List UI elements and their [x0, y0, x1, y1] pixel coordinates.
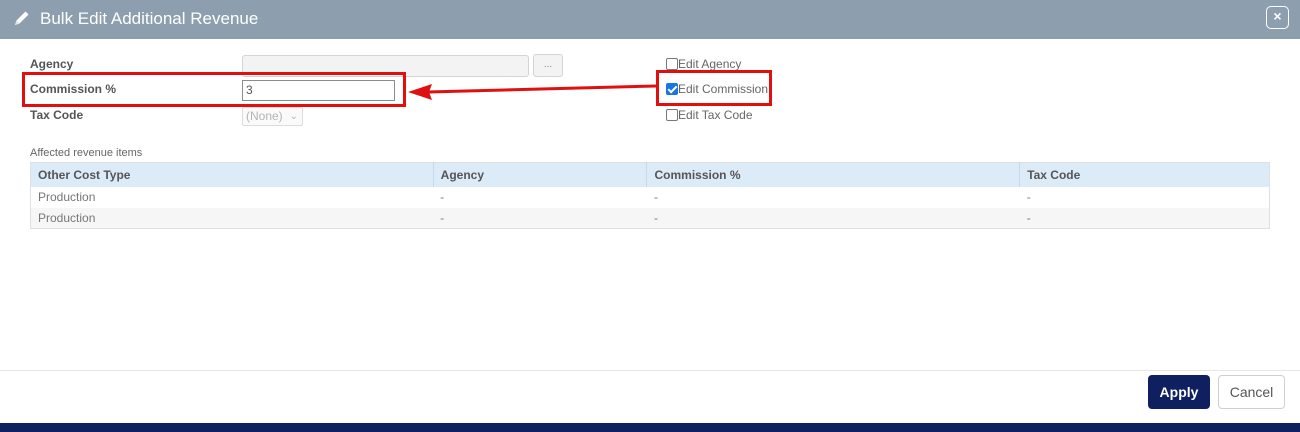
- footer-divider: [0, 370, 1300, 371]
- table-header-row: Other Cost Type Agency Commission % Tax …: [30, 162, 1270, 187]
- table-row[interactable]: Production - - -: [30, 207, 1270, 229]
- cell-commission: -: [653, 190, 658, 204]
- column-header-agency[interactable]: Agency: [433, 162, 648, 187]
- cell-commission: -: [646, 207, 1020, 229]
- column-header-other-cost-type[interactable]: Other Cost Type: [30, 162, 434, 187]
- column-header-commission[interactable]: Commission %: [646, 162, 1021, 187]
- cell-other-cost-type: Production: [30, 207, 434, 229]
- bottom-bar: [0, 423, 1300, 432]
- column-header-tax-code[interactable]: Tax Code: [1019, 162, 1270, 187]
- cell-other-cost-type: Production: [38, 190, 96, 204]
- cell-tax-code: -: [1026, 190, 1031, 204]
- cell-tax-code: -: [1019, 207, 1270, 229]
- table-row[interactable]: Production - - -: [31, 187, 1270, 208]
- affected-items-table: Other Cost Type Agency Commission % Tax …: [30, 162, 1270, 229]
- cancel-button[interactable]: Cancel: [1218, 375, 1285, 409]
- affected-items-caption: Affected revenue items: [30, 147, 143, 159]
- apply-button[interactable]: Apply: [1148, 375, 1210, 409]
- cell-agency: -: [433, 207, 647, 229]
- cell-agency: -: [440, 190, 445, 204]
